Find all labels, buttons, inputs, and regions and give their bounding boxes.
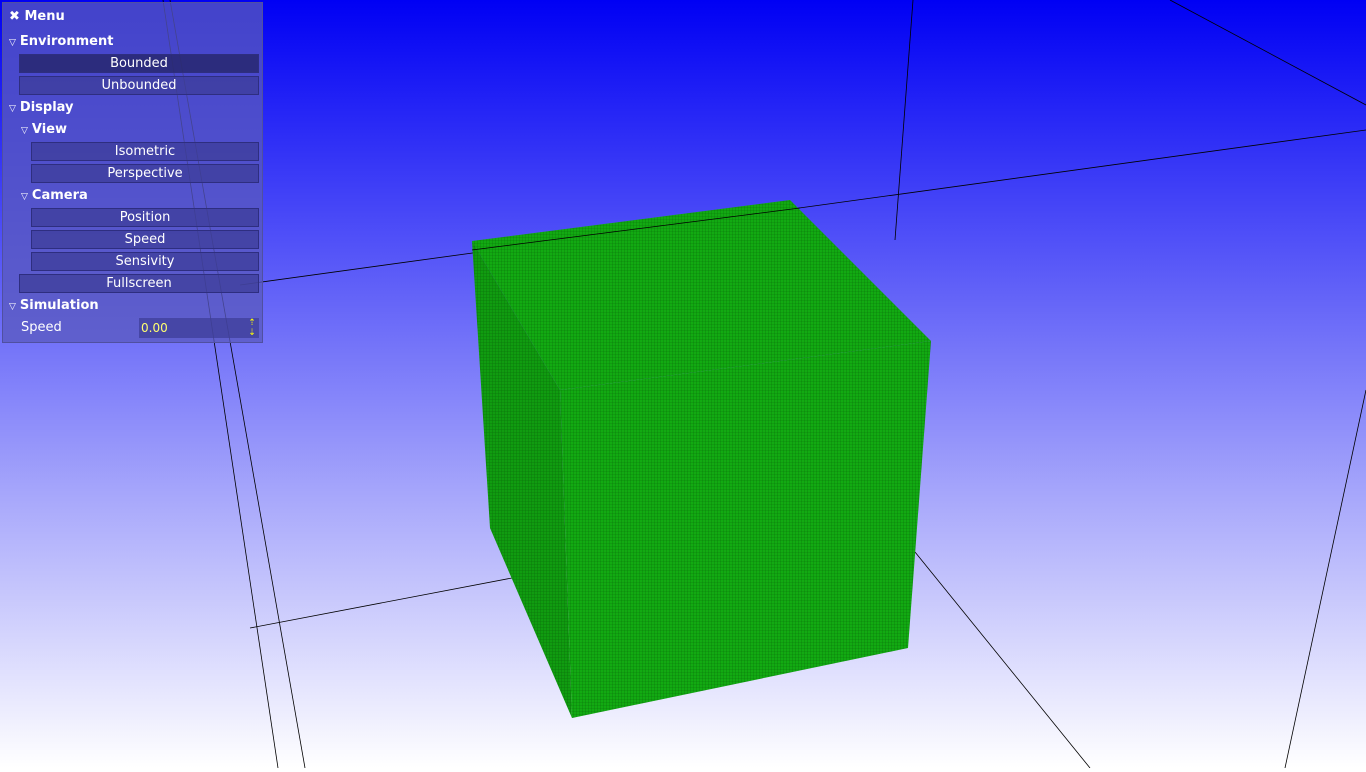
camera-speed-button[interactable]: Speed (31, 230, 259, 249)
collapse-triangle-icon: ▽ (9, 302, 16, 312)
fullscreen-button[interactable]: Fullscreen (19, 274, 259, 293)
collapse-triangle-icon: ▽ (21, 126, 28, 136)
particle-cube (472, 200, 931, 718)
menu-panel: ✖ Menu ▽ Environment Bounded Unbounded ▽ D… (2, 2, 263, 343)
spinner-arrows-icon[interactable]: ⇡ ⇣ (245, 318, 259, 338)
perspective-button[interactable]: Perspective (31, 164, 259, 183)
collapse-triangle-icon: ▽ (9, 104, 16, 114)
section-environment[interactable]: ▽ Environment (9, 34, 113, 49)
simulation-speed-label: Speed (21, 320, 62, 335)
section-simulation[interactable]: ▽ Simulation (9, 298, 99, 313)
collapse-triangle-icon: ▽ (21, 192, 28, 202)
cube-front-face (560, 341, 931, 718)
section-camera[interactable]: ▽ Camera (21, 188, 88, 203)
section-display[interactable]: ▽ Display (9, 100, 74, 115)
close-icon[interactable]: ✖ (9, 9, 20, 24)
camera-sensivity-button[interactable]: Sensivity (31, 252, 259, 271)
unbounded-button[interactable]: Unbounded (19, 76, 259, 95)
menu-title[interactable]: ✖ Menu (9, 9, 65, 24)
camera-position-button[interactable]: Position (31, 208, 259, 227)
section-view[interactable]: ▽ View (21, 122, 67, 137)
isometric-button[interactable]: Isometric (31, 142, 259, 161)
bounded-button[interactable]: Bounded (19, 54, 259, 73)
collapse-triangle-icon: ▽ (9, 38, 16, 48)
simulation-speed-input[interactable]: 0.00 ⇡ ⇣ (139, 318, 259, 338)
